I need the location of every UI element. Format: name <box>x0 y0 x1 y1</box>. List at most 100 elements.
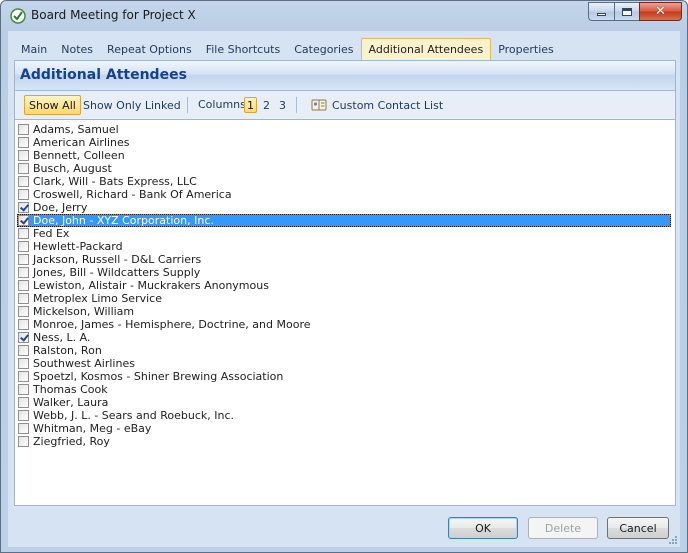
custom-contact-list-button[interactable]: Custom Contact List <box>307 95 447 115</box>
checkbox[interactable] <box>18 163 29 174</box>
attendee-name: Hewlett-Packard <box>33 240 123 253</box>
checkbox[interactable] <box>18 189 29 200</box>
list-item[interactable]: Fed Ex <box>18 227 670 240</box>
attendee-name: Southwest Airlines <box>33 357 135 370</box>
column-3-button[interactable]: 3 <box>276 97 289 113</box>
checkbox[interactable] <box>18 319 29 330</box>
attendee-name: Mickelson, William <box>33 305 135 318</box>
tab-file-shortcuts[interactable]: File Shortcuts <box>199 38 288 60</box>
resize-grip-icon[interactable] <box>668 535 678 545</box>
list-item[interactable]: Doe, Jerry <box>18 201 670 214</box>
attendee-name: Doe, Jerry <box>33 201 88 214</box>
list-item[interactable]: Croswell, Richard - Bank Of America <box>18 188 670 201</box>
attendee-name: Croswell, Richard - Bank Of America <box>33 188 232 201</box>
list-item[interactable]: Lewiston, Alistair - Muckrakers Anonymou… <box>18 279 670 292</box>
delete-button[interactable]: Delete <box>528 517 598 539</box>
checkbox[interactable] <box>18 397 29 408</box>
checkbox[interactable] <box>18 202 29 213</box>
list-item[interactable]: Bennett, Colleen <box>18 149 670 162</box>
checkbox[interactable] <box>18 137 29 148</box>
list-item[interactable]: Jones, Bill - Wildcatters Supply <box>18 266 670 279</box>
checkbox[interactable] <box>18 267 29 278</box>
attendee-name: Jackson, Russell - D&L Carriers <box>33 253 202 266</box>
checkbox[interactable] <box>18 306 29 317</box>
list-item[interactable]: Ralston, Ron <box>18 344 670 357</box>
close-icon: ✕ <box>655 4 666 19</box>
show-all-button[interactable]: Show All <box>24 95 81 115</box>
list-item[interactable]: Metroplex Limo Service <box>18 292 670 305</box>
tab-properties[interactable]: Properties <box>491 38 561 60</box>
checkbox[interactable] <box>18 358 29 369</box>
list-item[interactable]: Busch, August <box>18 162 670 175</box>
list-item[interactable]: Mickelson, William <box>18 305 670 318</box>
minimize-button[interactable] <box>588 2 614 21</box>
checkbox[interactable] <box>18 241 29 252</box>
title-bar[interactable]: Board Meeting for Project X ✕ <box>1 1 687 30</box>
list-item[interactable]: Webb, J. L. - Sears and Roebuck, Inc. <box>18 409 670 422</box>
list-item[interactable]: Ness, L. A. <box>18 331 670 344</box>
attendee-name: Monroe, James - Hemisphere, Doctrine, an… <box>33 318 311 331</box>
checkbox[interactable] <box>18 124 29 135</box>
panel-title: Additional Attendees <box>20 67 187 83</box>
checkbox[interactable] <box>18 345 29 356</box>
checkbox[interactable] <box>18 150 29 161</box>
checkbox[interactable] <box>18 410 29 421</box>
column-1-button[interactable]: 1 <box>244 97 257 113</box>
tab-repeat-options[interactable]: Repeat Options <box>100 38 199 60</box>
tab-main[interactable]: Main <box>14 38 54 60</box>
list-item[interactable]: Ziegfried, Roy <box>18 435 670 448</box>
list-item[interactable]: Whitman, Meg - eBay <box>18 422 670 435</box>
checkbox[interactable] <box>18 176 29 187</box>
list-item[interactable]: Southwest Airlines <box>18 357 670 370</box>
checkbox[interactable] <box>18 384 29 395</box>
checkbox[interactable] <box>18 332 29 343</box>
attendee-name: Lewiston, Alistair - Muckrakers Anonymou… <box>33 279 269 292</box>
columns-label: Columns <box>198 98 246 111</box>
checkbox[interactable] <box>18 280 29 291</box>
attendee-list: Adams, Samuel American Airlines Bennett,… <box>15 119 675 505</box>
app-check-icon <box>10 8 26 24</box>
checkbox[interactable] <box>18 436 29 447</box>
attendee-name: American Airlines <box>33 136 130 149</box>
attendee-name: Webb, J. L. - Sears and Roebuck, Inc. <box>33 409 234 422</box>
attendee-name: Walker, Laura <box>33 396 109 409</box>
list-item[interactable]: American Airlines <box>18 136 670 149</box>
list-item[interactable]: Spoetzl, Kosmos - Shiner Brewing Associa… <box>18 370 670 383</box>
show-only-linked-button[interactable]: Show Only Linked <box>79 95 185 115</box>
maximize-icon <box>622 7 632 16</box>
client-area: Main Notes Repeat Options File Shortcuts… <box>8 31 680 547</box>
list-item[interactable]: Jackson, Russell - D&L Carriers <box>18 253 670 266</box>
checkbox[interactable] <box>18 423 29 434</box>
list-item[interactable]: Thomas Cook <box>18 383 670 396</box>
column-2-button[interactable]: 2 <box>260 97 273 113</box>
dialog-window: Board Meeting for Project X ✕ Main Notes… <box>0 0 688 553</box>
tab-notes[interactable]: Notes <box>54 38 100 60</box>
cancel-button[interactable]: Cancel <box>607 517 669 539</box>
close-button[interactable]: ✕ <box>639 2 682 21</box>
list-item-selected[interactable]: Doe, John - XYZ Corporation, Inc. <box>17 214 671 227</box>
toolbar-separator <box>187 97 188 113</box>
maximize-button[interactable] <box>614 2 639 21</box>
list-item[interactable]: Hewlett-Packard <box>18 240 670 253</box>
checkbox[interactable] <box>18 215 29 226</box>
checkbox[interactable] <box>18 371 29 382</box>
checkbox[interactable] <box>18 293 29 304</box>
checkbox[interactable] <box>18 254 29 265</box>
list-item[interactable]: Walker, Laura <box>18 396 670 409</box>
attendee-name: Whitman, Meg - eBay <box>33 422 152 435</box>
list-item[interactable]: Monroe, James - Hemisphere, Doctrine, an… <box>18 318 670 331</box>
checkbox[interactable] <box>18 228 29 239</box>
attendee-name: Busch, August <box>33 162 112 175</box>
attendee-name: Bennett, Colleen <box>33 149 125 162</box>
contact-book-icon <box>311 99 327 111</box>
ok-button[interactable]: OK <box>448 517 518 539</box>
list-item[interactable]: Clark, Will - Bats Express, LLC <box>18 175 670 188</box>
attendee-name: Ralston, Ron <box>33 344 102 357</box>
tab-additional-attendees[interactable]: Additional Attendees <box>360 38 492 60</box>
attendee-name: Adams, Samuel <box>33 123 119 136</box>
list-item[interactable]: Adams, Samuel <box>18 123 670 136</box>
panel-header: Additional Attendees <box>15 61 675 91</box>
tab-categories[interactable]: Categories <box>287 38 360 60</box>
custom-contact-list-label: Custom Contact List <box>332 98 444 112</box>
attendee-name: Clark, Will - Bats Express, LLC <box>33 175 197 188</box>
